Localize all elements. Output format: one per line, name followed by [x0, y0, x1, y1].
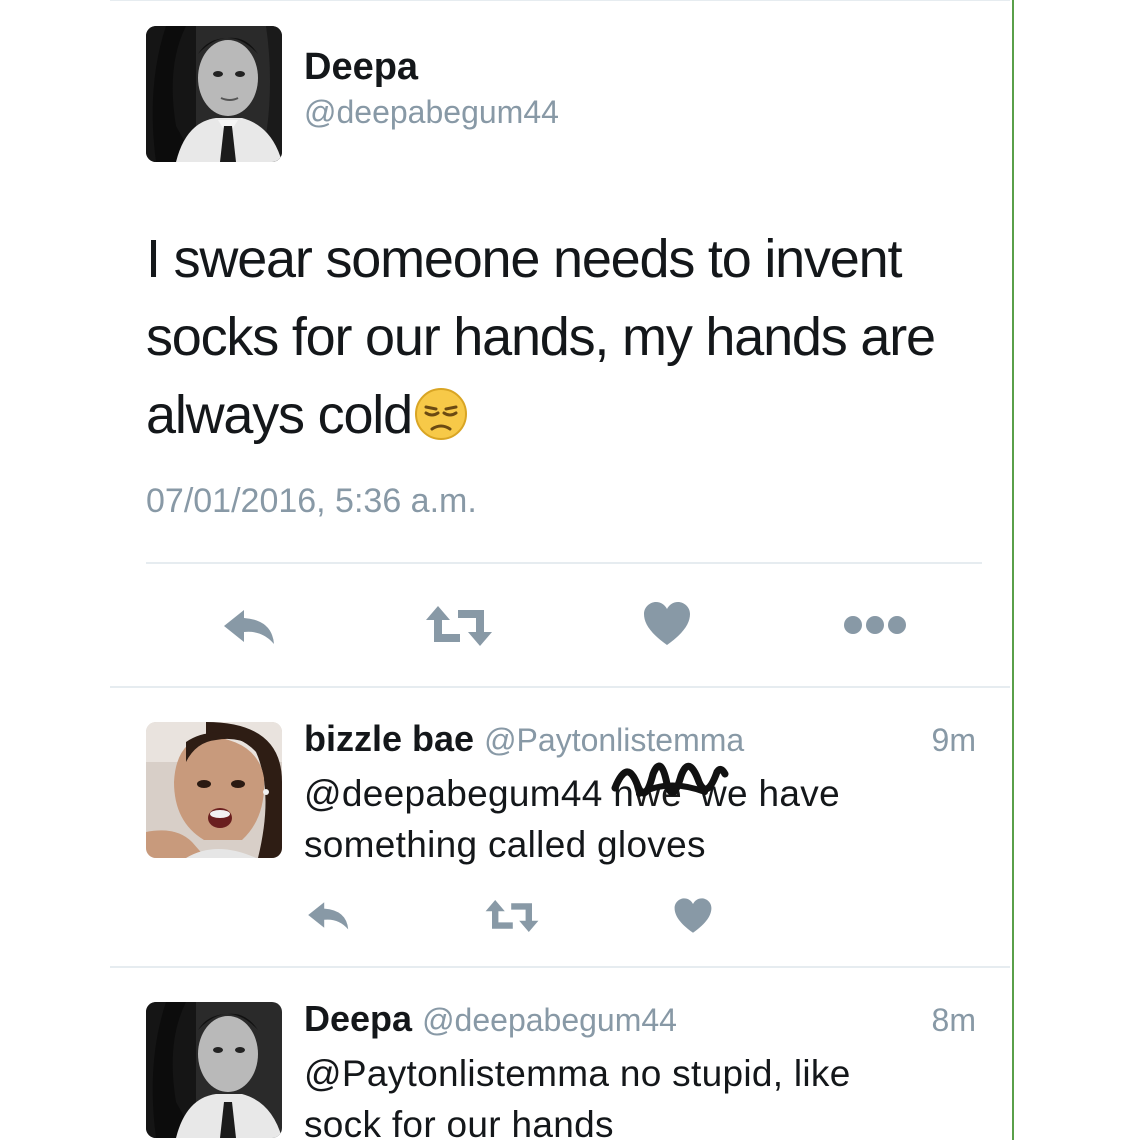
reply-tweet[interactable]: Deepa @deepabegum44 8m @Paytonlistemma no…: [0, 998, 1012, 1140]
more-icon[interactable]: [842, 612, 908, 638]
author-name[interactable]: Deepa: [304, 46, 418, 89]
like-icon[interactable]: [642, 600, 692, 648]
retweet-icon[interactable]: [484, 898, 540, 934]
reply-time[interactable]: 9m: [932, 722, 976, 759]
retweet-icon[interactable]: [424, 604, 494, 648]
scribbled-word: nwe: [611, 762, 729, 819]
avatar-deepa[interactable]: [146, 26, 282, 162]
scribble-icon: [611, 762, 729, 797]
reply-icon[interactable]: [306, 898, 352, 932]
mention-link[interactable]: @deepabegum44: [304, 773, 603, 814]
author-handle[interactable]: @deepabegum44: [304, 94, 559, 131]
reply-header: Deepa @deepabegum44: [304, 998, 677, 1040]
reply-author-handle[interactable]: @deepabegum44: [422, 1002, 677, 1038]
reply-text: @deepabegum44 nwe we have something call…: [304, 762, 944, 870]
tweet-text: I swear someone needs to invent socks fo…: [146, 220, 986, 454]
reply-icon[interactable]: [222, 604, 278, 648]
reply-text: @Paytonlistemma no stupid, like sock for…: [304, 1053, 851, 1140]
unamused-face-emoji-icon: [414, 387, 468, 441]
reply-author-name[interactable]: bizzle bae: [304, 718, 474, 759]
tweet-timestamp[interactable]: 07/01/2016, 5:36 a.m.: [146, 482, 477, 521]
divider: [146, 562, 982, 564]
reply-author-name[interactable]: Deepa: [304, 998, 412, 1039]
top-divider: [110, 0, 1010, 1]
tweet-detail-view: Deepa @deepabegum44 I swear someone need…: [0, 0, 1014, 1140]
reply-time[interactable]: 8m: [932, 1002, 976, 1039]
divider: [110, 686, 1010, 688]
tweet-text-content: I swear someone needs to invent socks fo…: [146, 229, 936, 445]
like-icon[interactable]: [672, 896, 714, 936]
divider: [110, 966, 1010, 968]
